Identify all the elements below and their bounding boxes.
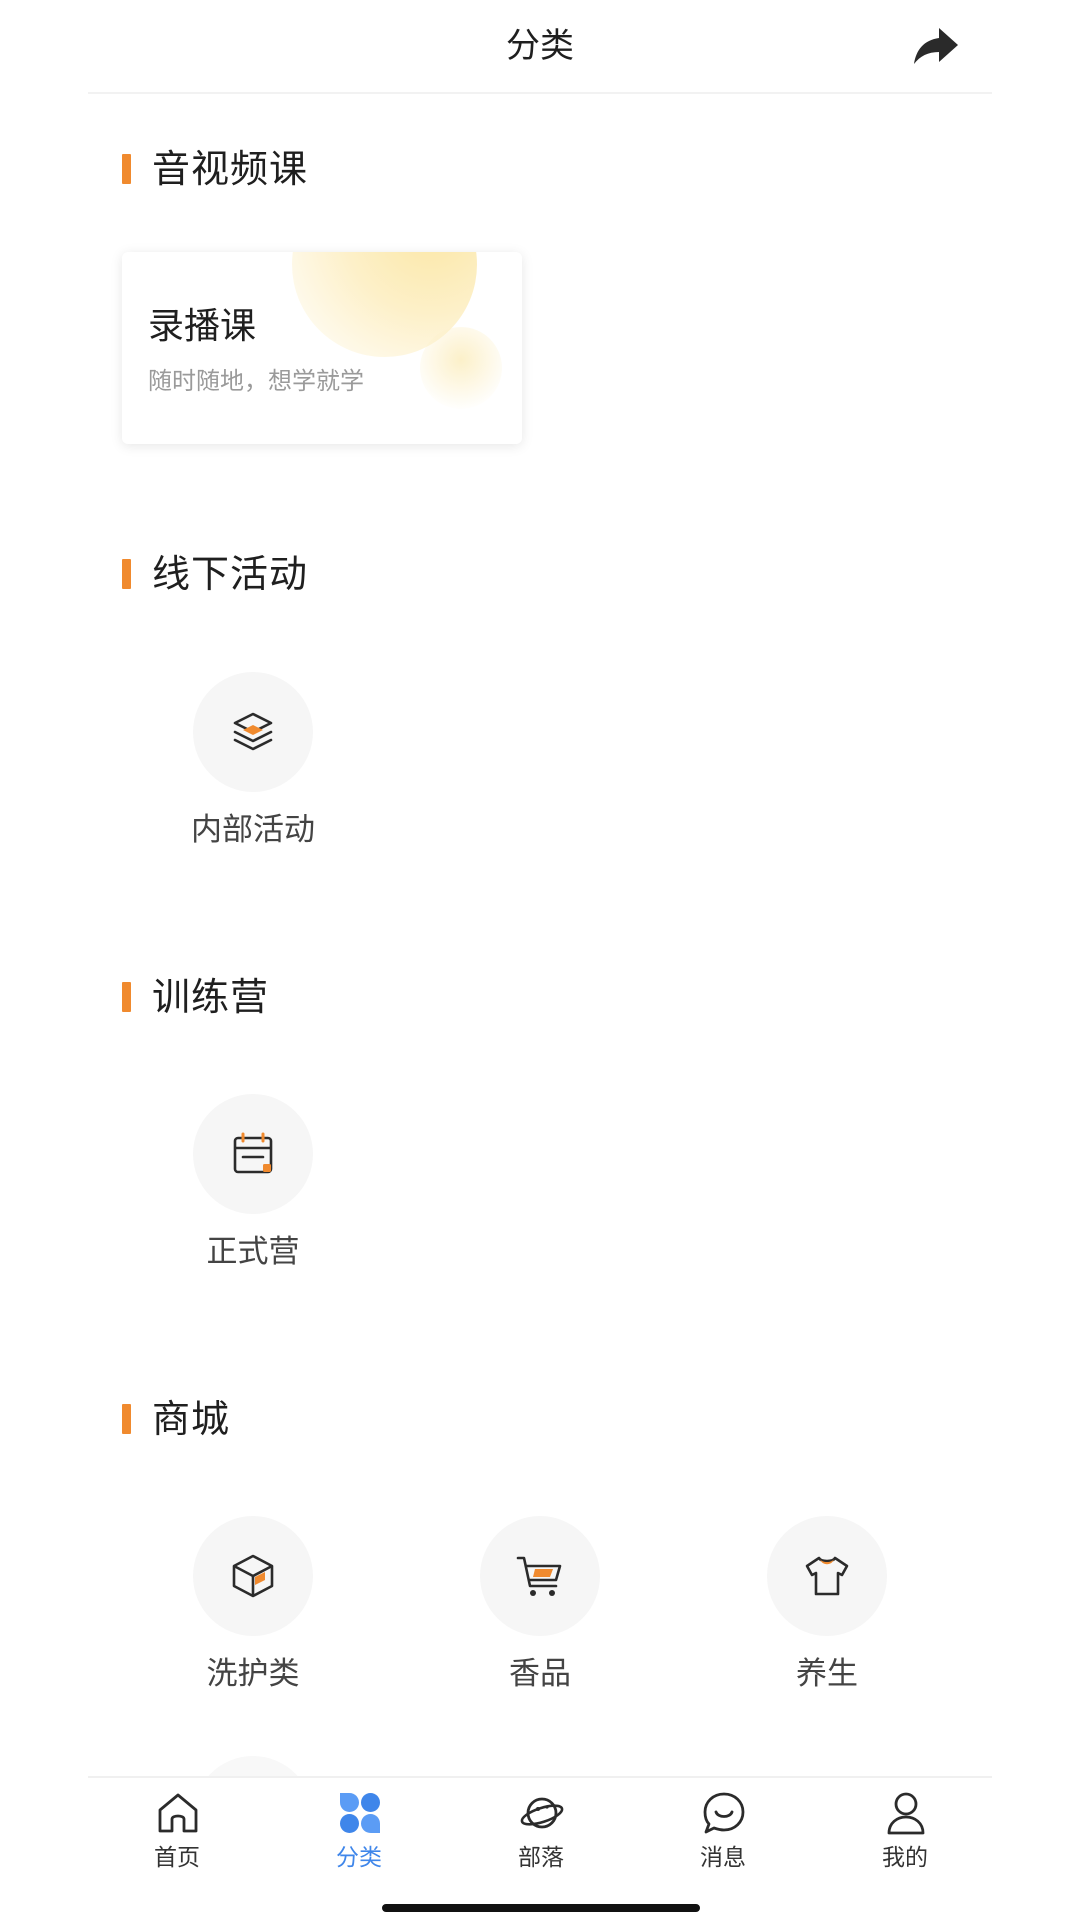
tab-tribe[interactable]: 部落 — [481, 1790, 601, 1890]
tabbar-divider — [88, 1776, 992, 1778]
category-label: 正式营 — [206, 1234, 300, 1270]
share-button[interactable] — [912, 24, 960, 68]
user-icon — [887, 1792, 925, 1835]
category-icon-circle — [767, 1516, 887, 1636]
box-icon — [232, 1554, 274, 1598]
recorded-course-card[interactable]: 录播课 随时随地，想学就学 — [122, 252, 522, 444]
tab-label: 首页 — [154, 1845, 200, 1871]
category-formal-camp[interactable]: 正式营 — [162, 1094, 342, 1294]
share-arrow-icon — [914, 28, 958, 64]
calendar-icon — [233, 1132, 273, 1174]
cart-icon — [516, 1556, 562, 1596]
layers-icon — [233, 712, 273, 751]
home-indicator — [382, 1904, 700, 1912]
card-decoration-small — [420, 327, 502, 409]
tab-label: 部落 — [518, 1845, 564, 1871]
section-accent-bar — [122, 559, 131, 589]
section-accent-bar — [122, 982, 131, 1012]
header-divider — [88, 92, 992, 94]
section-accent-bar — [122, 154, 131, 184]
category-internal-activity[interactable]: 内部活动 — [162, 672, 342, 872]
chat-icon — [703, 1792, 745, 1834]
section-title-text: 线下活动 — [152, 552, 309, 596]
category-incense[interactable]: 香品 — [449, 1516, 629, 1716]
tab-home[interactable]: 首页 — [117, 1790, 237, 1890]
tab-label: 消息 — [700, 1845, 746, 1871]
section-title-text: 音视频课 — [152, 147, 309, 191]
tab-label: 分类 — [336, 1845, 382, 1871]
section-title-text: 训练营 — [152, 975, 270, 1019]
bottom-tab-bar: 首页 分类 部落 消息 我的 — [0, 1776, 1080, 1920]
category-label: 洗护类 — [206, 1656, 300, 1692]
tab-label: 我的 — [882, 1845, 928, 1871]
category-label: 内部活动 — [191, 812, 315, 848]
tab-mine[interactable]: 我的 — [845, 1790, 965, 1890]
tshirt-icon — [805, 1556, 849, 1596]
category-label: 香品 — [509, 1656, 571, 1692]
clover-icon — [340, 1793, 380, 1833]
planet-icon — [520, 1797, 564, 1829]
tab-messages[interactable]: 消息 — [663, 1790, 783, 1890]
category-care-products[interactable]: 洗护类 — [162, 1516, 342, 1716]
category-icon-circle — [193, 1094, 313, 1214]
category-icon-circle — [480, 1516, 600, 1636]
top-nav-bar: 分类 — [0, 0, 1080, 92]
card-subtitle: 随时随地，想学就学 — [148, 367, 364, 395]
tab-category[interactable]: 分类 — [299, 1790, 419, 1890]
category-wellness[interactable]: 养生 — [736, 1516, 916, 1716]
category-icon-circle — [193, 1516, 313, 1636]
category-icon-circle — [193, 672, 313, 792]
home-icon — [158, 1793, 198, 1833]
category-label: 养生 — [796, 1656, 858, 1692]
section-accent-bar — [122, 1404, 131, 1434]
card-title: 录播课 — [148, 306, 257, 347]
section-title-text: 商城 — [152, 1397, 231, 1441]
